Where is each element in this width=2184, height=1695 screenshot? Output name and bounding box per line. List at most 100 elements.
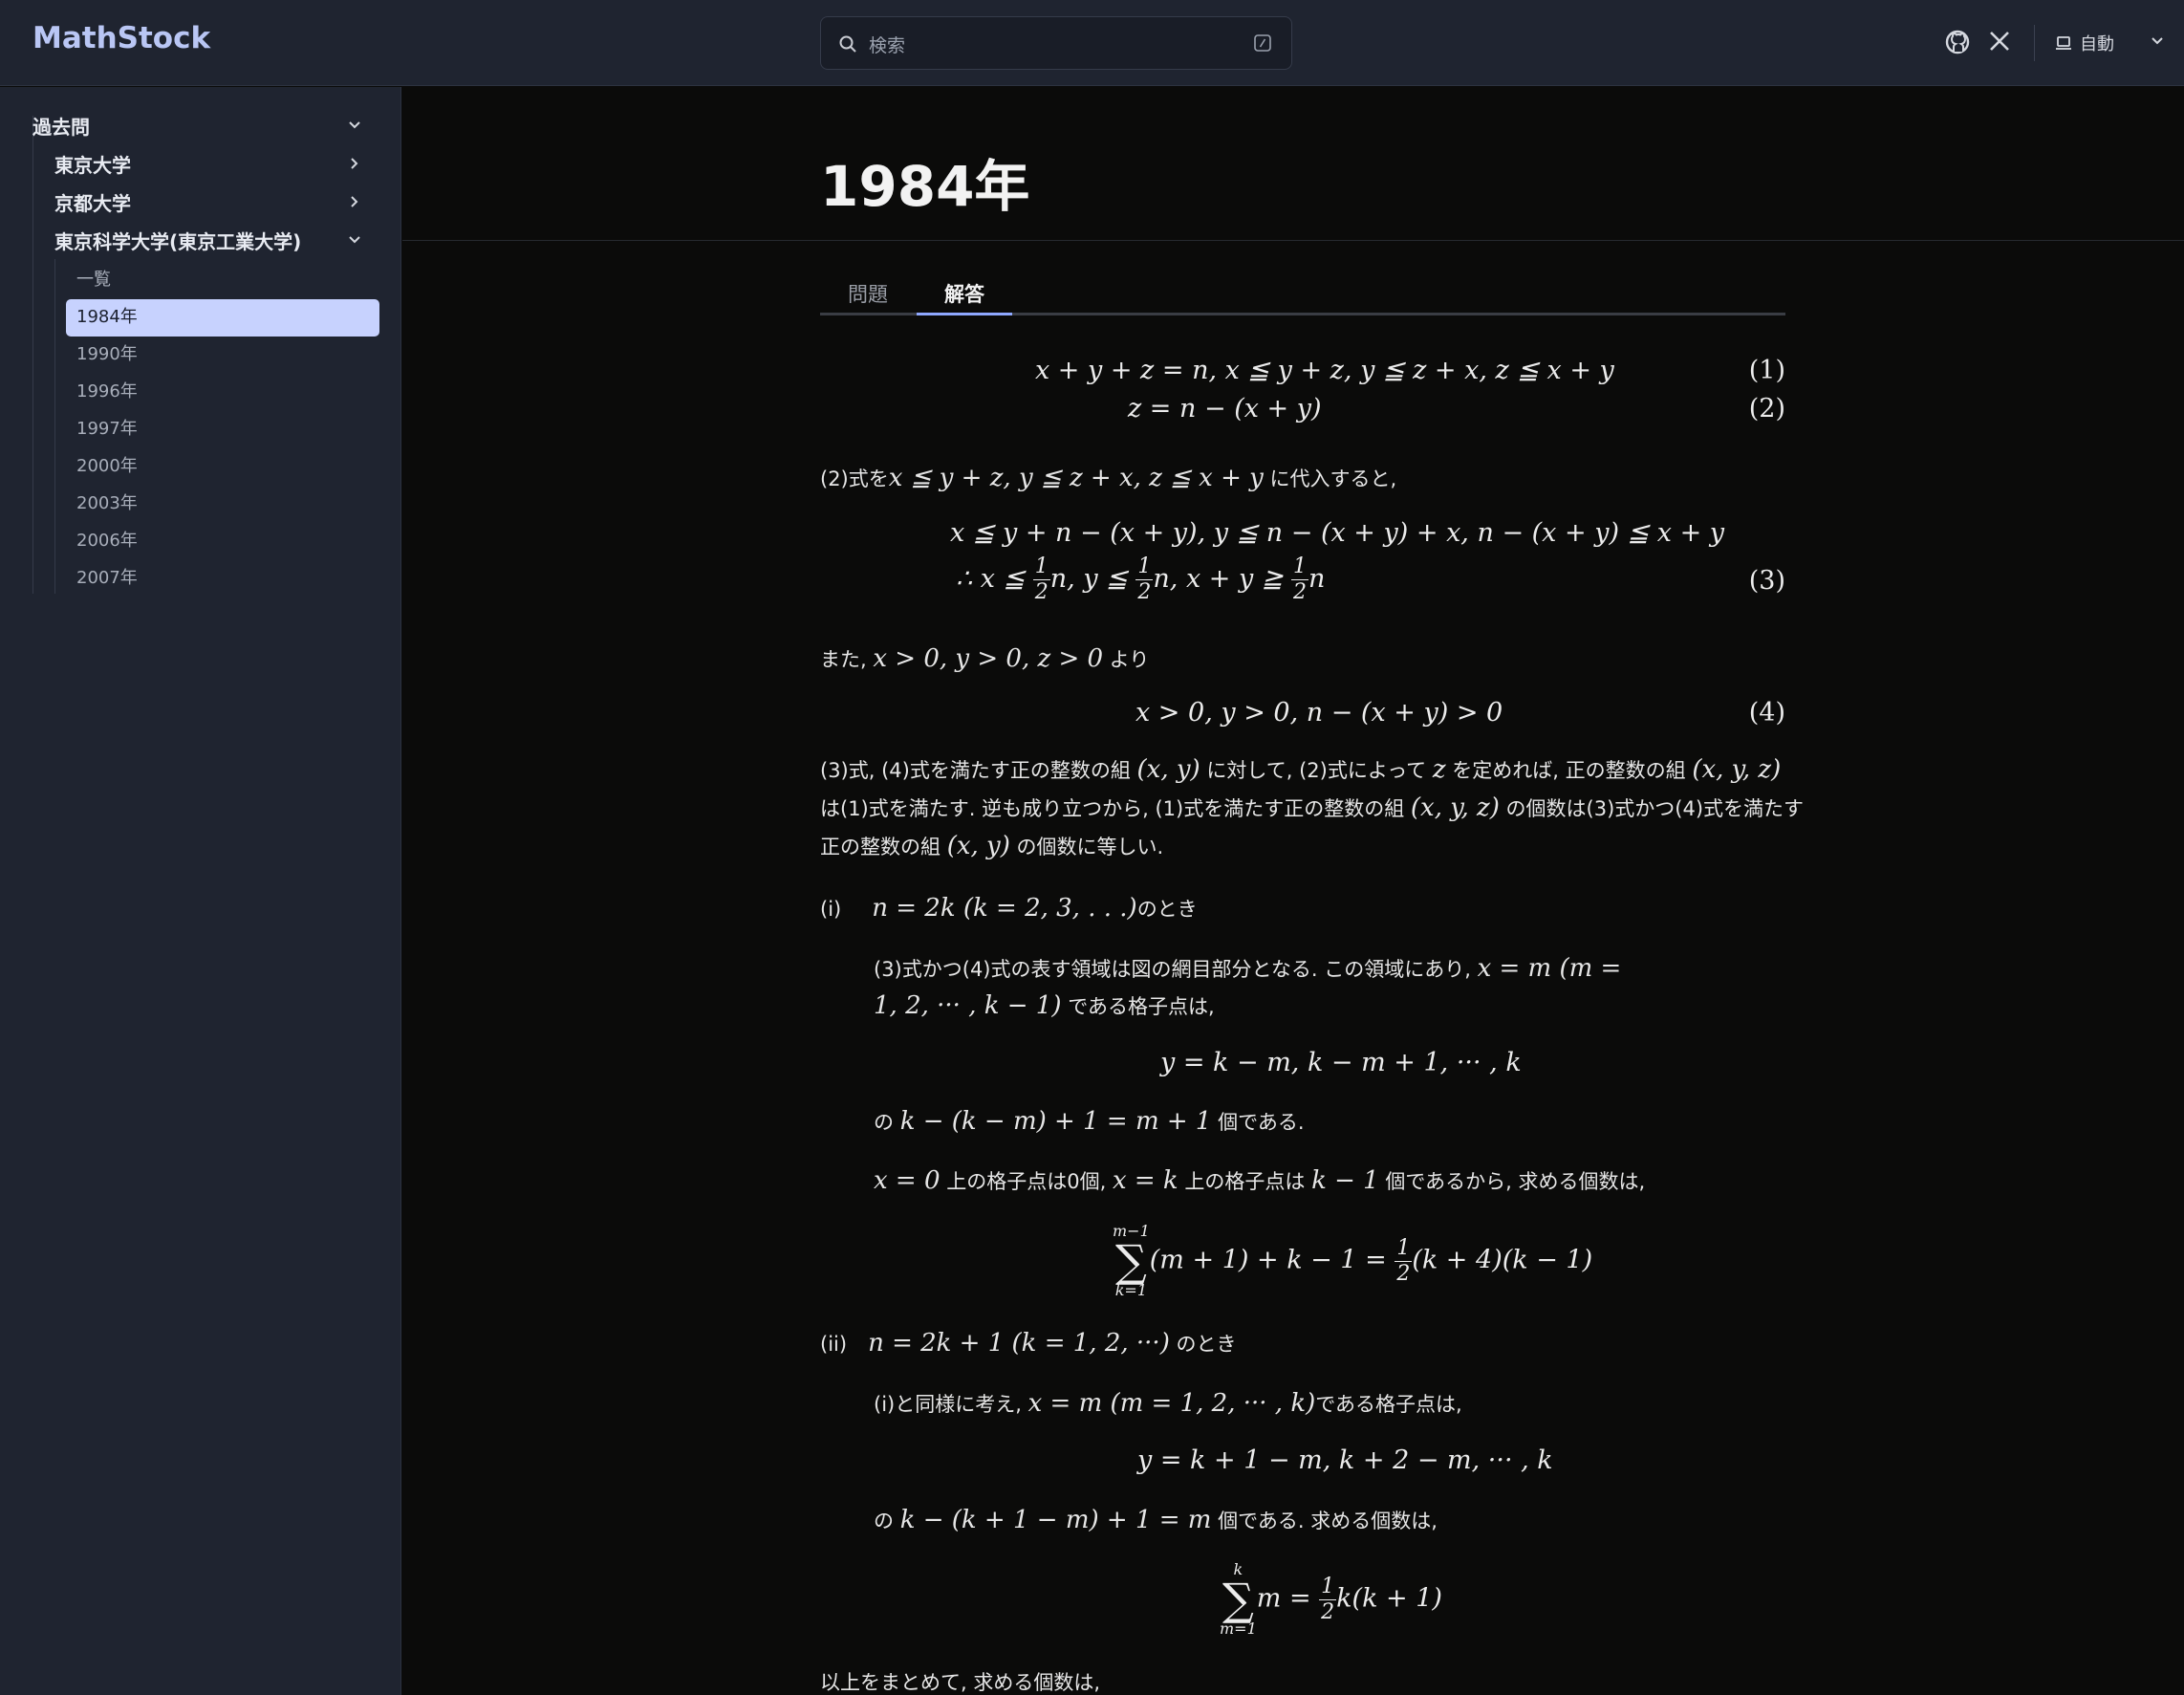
text: の bbox=[874, 1510, 894, 1532]
sidebar-item-1984-active[interactable]: 1984年 bbox=[66, 299, 379, 337]
tab-bar: 問題 解答 bbox=[820, 275, 1785, 315]
text: に対して, (2)式によって bbox=[1206, 759, 1427, 782]
math-text: (m + 1) + k − 1 = bbox=[1149, 1245, 1387, 1275]
text: に代入すると, bbox=[1269, 467, 1397, 490]
math-inline: x = 0 bbox=[874, 1166, 941, 1195]
math-inline: n = 2k (k = 2, 3, . . .) bbox=[872, 894, 1137, 923]
equation-tag: (3) bbox=[1748, 566, 1785, 596]
fraction: 12 bbox=[1319, 1574, 1337, 1624]
sidebar-item-1990[interactable]: 1990年 bbox=[76, 337, 138, 372]
paragraph-line: (3)式かつ(4)式の表す領域は図の網目部分となる. この領域にあり, x = … bbox=[874, 954, 1621, 983]
text: のとき bbox=[1176, 1333, 1237, 1356]
text: (3)式, (4)式を満たす正の整数の組 bbox=[820, 759, 1131, 782]
equation-1: x + y + z = n, x ≦ y + z, y ≦ z + x, z ≦… bbox=[1035, 356, 1614, 385]
sidebar-group-tokyo-science[interactable]: 東京科学大学(東京工業大学) bbox=[54, 223, 401, 257]
paragraph-line: 正の整数の組 (x, y) の個数に等しい. bbox=[820, 832, 1163, 860]
equation-tag: (4) bbox=[1748, 698, 1785, 728]
sidebar-item-2000[interactable]: 2000年 bbox=[76, 449, 138, 484]
sidebar-item-label: 1984年 bbox=[76, 307, 138, 327]
case-label: (i) bbox=[820, 898, 842, 921]
paragraph-line: の k − (k − m) + 1 = m + 1 個である. bbox=[874, 1107, 1305, 1136]
text: 上の格子点は0個, bbox=[946, 1170, 1107, 1193]
paragraph-line: は(1)式を満たす. 逆も成り立つから, (1)式を満たす正の整数の組 (x, … bbox=[820, 793, 1804, 822]
chevron-right-icon bbox=[351, 158, 358, 169]
sidebar-group-label: 東京科学大学(東京工業大学) bbox=[54, 229, 302, 253]
math-inline: (x, y, z) bbox=[1410, 793, 1500, 822]
math-inline: 1, 2, ··· , k − 1) bbox=[874, 991, 1062, 1020]
math-text: n, y ≦ bbox=[1049, 564, 1128, 594]
sidebar-section-past-exams[interactable]: 過去問 bbox=[32, 108, 401, 142]
math-inline: (x, y) bbox=[1136, 755, 1200, 784]
text: の個数に等しい. bbox=[1016, 836, 1164, 858]
site-logo[interactable]: MathStock bbox=[32, 21, 210, 55]
fraction: 12 bbox=[1395, 1235, 1413, 1286]
laptop-icon bbox=[2056, 36, 2071, 50]
header-divider bbox=[2034, 25, 2035, 61]
text: (3)式かつ(4)式の表す領域は図の網目部分となる. この領域にあり, bbox=[874, 958, 1471, 981]
math-inline: x = k bbox=[1112, 1166, 1178, 1195]
tab-problem[interactable]: 問題 bbox=[820, 275, 916, 315]
tab-answer[interactable]: 解答 bbox=[917, 275, 1012, 315]
chevron-down-icon bbox=[349, 121, 360, 129]
math-text: n, x + y ≧ bbox=[1153, 564, 1284, 594]
sidebar-item-2006[interactable]: 2006年 bbox=[76, 524, 138, 558]
sidebar-item-2007[interactable]: 2007年 bbox=[76, 561, 138, 596]
text: より bbox=[1109, 648, 1150, 671]
sidebar-item-2003[interactable]: 2003年 bbox=[76, 487, 138, 521]
text: の個数は(3)式かつ(4)式を満たす bbox=[1505, 797, 1805, 820]
chevron-right-icon bbox=[351, 196, 358, 207]
top-header: MathStock 検索 自動 bbox=[0, 0, 2184, 86]
chevron-down-icon bbox=[349, 236, 360, 244]
equation-2: z = n − (x + y) bbox=[1128, 394, 1322, 424]
case-label: (ii) bbox=[820, 1333, 848, 1356]
title-bar bbox=[402, 87, 2184, 241]
github-icon[interactable] bbox=[1944, 29, 1971, 55]
math-text: ∴ x ≦ bbox=[956, 564, 1026, 594]
text: 個である. bbox=[1218, 1111, 1305, 1134]
text: のとき bbox=[1136, 898, 1198, 921]
text: は(1)式を満たす. 逆も成り立つから, (1)式を満たす正の整数の組 bbox=[820, 797, 1405, 820]
summation-equation: k ∑ m=1 m = 1 2 k(k + 1) bbox=[1220, 1562, 1442, 1637]
search-box[interactable]: 検索 bbox=[820, 16, 1292, 70]
chevron-down-icon[interactable] bbox=[2149, 33, 2166, 50]
sidebar-group-kyoto[interactable]: 京都大学 bbox=[54, 185, 401, 219]
summation-symbol: k ∑ m=1 bbox=[1220, 1560, 1257, 1638]
sidebar-group-tokyo[interactable]: 東京大学 bbox=[54, 146, 401, 181]
text: を定めれば, 正の整数の組 bbox=[1452, 759, 1686, 782]
text: 正の整数の組 bbox=[820, 836, 941, 858]
math-inline: n = 2k + 1 (k = 1, 2, ···) bbox=[868, 1329, 1170, 1358]
equation: y = k + 1 − m, k + 2 − m, ··· , k bbox=[1137, 1445, 1553, 1475]
sidebar-item-1997[interactable]: 1997年 bbox=[76, 412, 138, 446]
text: また, bbox=[820, 648, 867, 671]
sidebar-section-label: 過去問 bbox=[32, 115, 90, 139]
paragraph-line: (3)式, (4)式を満たす正の整数の組 (x, y) に対して, (2)式によ… bbox=[820, 755, 1781, 784]
text: 個であるから, 求める個数は, bbox=[1385, 1170, 1646, 1193]
math-inline: (x, y, z) bbox=[1692, 755, 1782, 784]
equation-tag: (2) bbox=[1748, 394, 1785, 424]
math-inline: k − 1 bbox=[1311, 1166, 1379, 1195]
paragraph: また, x > 0, y > 0, z > 0 より bbox=[820, 644, 1149, 673]
fraction: 12 bbox=[1032, 554, 1050, 604]
fraction: 12 bbox=[1291, 554, 1309, 604]
sidebar-item-list[interactable]: 一覧 bbox=[76, 263, 111, 297]
search-placeholder: 検索 bbox=[869, 35, 906, 56]
fraction: 12 bbox=[1135, 554, 1154, 604]
paragraph-line: (i)と同様に考え, x = m (m = 1, 2, ··· , k)である格… bbox=[874, 1389, 1462, 1418]
text: 個である. 求める個数は, bbox=[1218, 1510, 1438, 1532]
sidebar-item-1996[interactable]: 1996年 bbox=[76, 375, 138, 409]
x-twitter-icon[interactable] bbox=[1988, 30, 2011, 53]
paragraph: (2)式をx ≦ y + z, y ≦ z + x, z ≦ x + y に代入… bbox=[820, 464, 1396, 492]
theme-label: 自動 bbox=[2080, 34, 2114, 54]
case-heading: (ii) n = 2k + 1 (k = 1, 2, ···) のとき bbox=[820, 1329, 1237, 1358]
theme-selector[interactable]: 自動 bbox=[2055, 29, 2114, 57]
text: (2)式を bbox=[820, 467, 889, 490]
tree-guide-line bbox=[54, 259, 55, 594]
math-inline: k − (k + 1 − m) + 1 = m bbox=[899, 1506, 1212, 1534]
paragraph-line: x = 0 上の格子点は0個, x = k 上の格子点は k − 1 個であるか… bbox=[874, 1166, 1645, 1195]
math-inline: k − (k − m) + 1 = m + 1 bbox=[899, 1107, 1212, 1136]
paragraph-line: の k − (k + 1 − m) + 1 = m 個である. 求める個数は, bbox=[874, 1506, 1438, 1534]
equation-3a: x ≦ y + n − (x + y), y ≦ n − (x + y) + x… bbox=[950, 518, 1725, 548]
text: 上の格子点は bbox=[1184, 1170, 1306, 1193]
math-inline: x ≦ y + z, y ≦ z + x, z ≦ x + y bbox=[888, 464, 1264, 492]
math-inline: (x, y) bbox=[946, 832, 1010, 860]
